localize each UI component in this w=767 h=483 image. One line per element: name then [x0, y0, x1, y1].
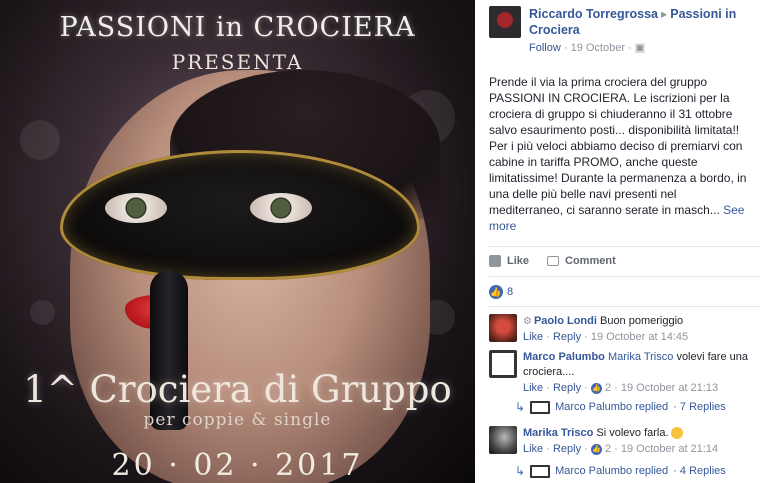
reactions-summary[interactable]: 👍 8 — [489, 285, 513, 299]
comment-reply-link[interactable]: Reply — [553, 382, 581, 394]
divider — [489, 246, 761, 247]
gear-icon: ⚙ — [523, 316, 532, 327]
comment-text: Marco Palumbo Marika Trisco volevi fare … — [523, 350, 761, 380]
comment-like-count[interactable]: 2 — [605, 382, 611, 394]
replier-name: Marco Palumbo replied — [555, 465, 669, 477]
poster-cruise-title: 1^ Crociera di Gruppo — [23, 368, 452, 411]
author-link[interactable]: Riccardo Torregrossa — [529, 7, 658, 21]
like-reaction-icon: 👍 — [590, 443, 602, 455]
view-replies-link[interactable]: ↳ Marco Palumbo replied · 7 Replies — [515, 400, 726, 414]
comment-meta: Like · Reply · 19 October at 14:45 — [523, 331, 689, 343]
comment-like-count[interactable]: 2 — [605, 443, 611, 455]
comment-label: Comment — [565, 255, 616, 267]
commenter-avatar[interactable] — [489, 426, 517, 454]
comment-item: Marco Palumbo Marika Trisco volevi fare … — [489, 350, 761, 394]
post-actions: Like Comment — [489, 255, 616, 267]
follow-link[interactable]: Follow — [529, 42, 561, 54]
comment-item: Marika Trisco Si volevo farla. Like · Re… — [489, 426, 761, 455]
comment-meta: Like · Reply · 👍 2 · 19 October at 21:13 — [523, 382, 719, 394]
left-eye — [105, 193, 167, 223]
bokeh-light — [20, 120, 60, 160]
comment-body: Si volevo farla. — [596, 427, 669, 439]
comment-time[interactable]: · 19 October at 21:13 — [614, 382, 718, 394]
comment-time[interactable]: · 19 October at 14:45 — [584, 331, 688, 343]
replier-avatar — [530, 464, 551, 478]
post-text: Prende il via la prima crociera del grup… — [489, 75, 747, 217]
commenter-avatar[interactable] — [489, 350, 517, 378]
comment-like-link[interactable]: Like — [523, 443, 543, 455]
commenter-name[interactable]: Paolo Londi — [534, 315, 597, 327]
replies-count: · 7 Replies — [673, 401, 726, 413]
commenter-name[interactable]: Marika Trisco — [523, 427, 593, 439]
comment-reply-link[interactable]: Reply — [553, 443, 581, 455]
like-reaction-icon: 👍 — [590, 382, 602, 394]
post-sidebar: Riccardo Torregrossa ▸ Passioni in Crocier… — [475, 0, 767, 483]
commenter-name[interactable]: Marco Palumbo — [523, 351, 605, 363]
like-reaction-icon: 👍 — [489, 285, 503, 299]
audience-icon: ▣ — [634, 42, 646, 54]
bokeh-light — [30, 300, 55, 325]
poster-presents: PRESENTA — [171, 50, 304, 74]
reply-arrow-icon: ↳ — [515, 464, 526, 478]
comment-time[interactable]: · 19 October at 21:14 — [614, 443, 718, 455]
reply-arrow-icon: ↳ — [515, 400, 526, 414]
poster-audience: per coppie & single — [143, 410, 332, 430]
divider — [489, 276, 761, 277]
comment-button[interactable]: Comment — [547, 255, 616, 267]
like-label: Like — [507, 255, 530, 267]
smile-emoji-icon — [670, 427, 683, 440]
poster-date: 20 · 02 · 2017 — [111, 448, 364, 483]
like-button[interactable]: Like — [489, 255, 529, 267]
comment-like-link[interactable]: Like — [523, 382, 543, 394]
poster-title: PASSIONI in CROCIERA — [59, 12, 416, 43]
post-header: Riccardo Torregrossa ▸ Passioni in Crocier… — [475, 0, 767, 54]
post-date[interactable]: · 19 October · — [564, 42, 632, 54]
commenter-avatar[interactable] — [489, 314, 517, 342]
post-photo[interactable]: PASSIONI in CROCIERA PRESENTA 1^ Crocier… — [0, 0, 475, 483]
comment-icon — [547, 256, 560, 266]
replier-avatar — [530, 400, 551, 414]
divider — [489, 306, 761, 307]
comment-reply-link[interactable]: Reply — [553, 331, 581, 343]
post-meta: Follow · 19 October · ▣ — [529, 41, 757, 54]
post-author-line: Riccardo Torregrossa ▸ Passioni in Crocier… — [529, 6, 757, 38]
replier-name: Marco Palumbo replied — [555, 401, 669, 413]
comment-text: ⚙ Paolo Londi Buon pomeriggio — [523, 314, 688, 329]
mention-link[interactable]: Marika Trisco — [608, 351, 673, 363]
view-replies-link[interactable]: ↳ Marco Palumbo replied · 4 Replies — [515, 464, 726, 478]
thumbs-up-icon — [489, 255, 501, 267]
replies-count: · 4 Replies — [673, 465, 726, 477]
arrow-right-icon: ▸ — [660, 7, 668, 21]
reaction-count: 8 — [507, 286, 514, 298]
comment-item: ⚙ Paolo Londi Buon pomeriggio Like · Repl… — [489, 314, 761, 343]
post-body: Prende il via la prima crociera del grup… — [475, 74, 767, 234]
author-avatar[interactable] — [489, 6, 521, 38]
comment-meta: Like · Reply · 👍 2 · 19 October at 21:14 — [523, 443, 719, 455]
comment-body: Buon pomeriggio — [599, 315, 684, 327]
comment-like-link[interactable]: Like — [523, 331, 543, 343]
right-eye — [250, 193, 312, 223]
post-viewer: PASSIONI in CROCIERA PRESENTA 1^ Crocier… — [0, 0, 767, 483]
comment-text: Marika Trisco Si volevo farla. — [523, 426, 718, 441]
